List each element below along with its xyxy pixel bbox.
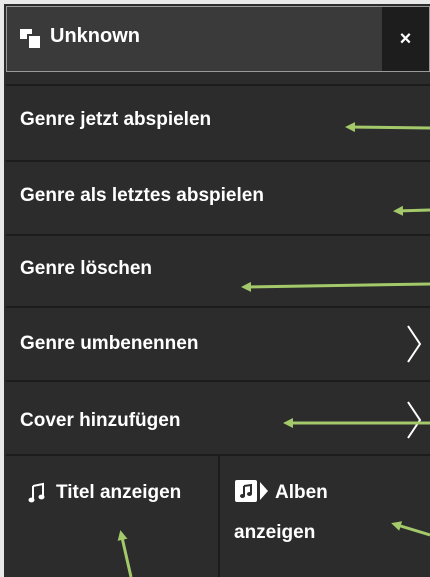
close-button[interactable]: ×	[382, 7, 429, 71]
chevron-right-icon	[407, 401, 422, 439]
show-albums-label-line2: anzeigen	[234, 522, 316, 543]
menu-item-rename[interactable]: Genre umbenennen	[6, 306, 430, 380]
menu-item-label: Cover hinzufügen	[20, 410, 181, 431]
show-albums-button[interactable]: Alben anzeigen	[220, 454, 430, 577]
chevron-right-icon	[407, 325, 422, 363]
dialog-titlebar: Unknown ×	[6, 6, 430, 72]
show-albums-label-line1: Alben	[275, 482, 328, 503]
menu-item-play-last[interactable]: Genre als letztes abspielen	[6, 160, 430, 234]
menu-item-label: Genre jetzt abspielen	[20, 109, 212, 130]
music-note-icon	[28, 482, 45, 503]
context-menu-dialog: Unknown × Genre jetzt abspielen Genre al…	[4, 4, 430, 577]
menu-item-play-now[interactable]: Genre jetzt abspielen	[6, 84, 430, 160]
menu-item-delete[interactable]: Genre löschen	[6, 234, 430, 306]
menu-item-label: Genre als letztes abspielen	[20, 185, 264, 206]
genre-icon	[20, 29, 42, 50]
dialog-title: Unknown	[50, 25, 140, 47]
menu-item-label: Genre löschen	[20, 258, 152, 279]
album-icon	[235, 480, 268, 502]
show-titles-label: Titel anzeigen	[56, 482, 182, 503]
menu-item-add-cover[interactable]: Cover hinzufügen	[6, 380, 430, 454]
menu-item-label: Genre umbenennen	[20, 333, 199, 354]
show-titles-button[interactable]: Titel anzeigen	[6, 454, 220, 577]
